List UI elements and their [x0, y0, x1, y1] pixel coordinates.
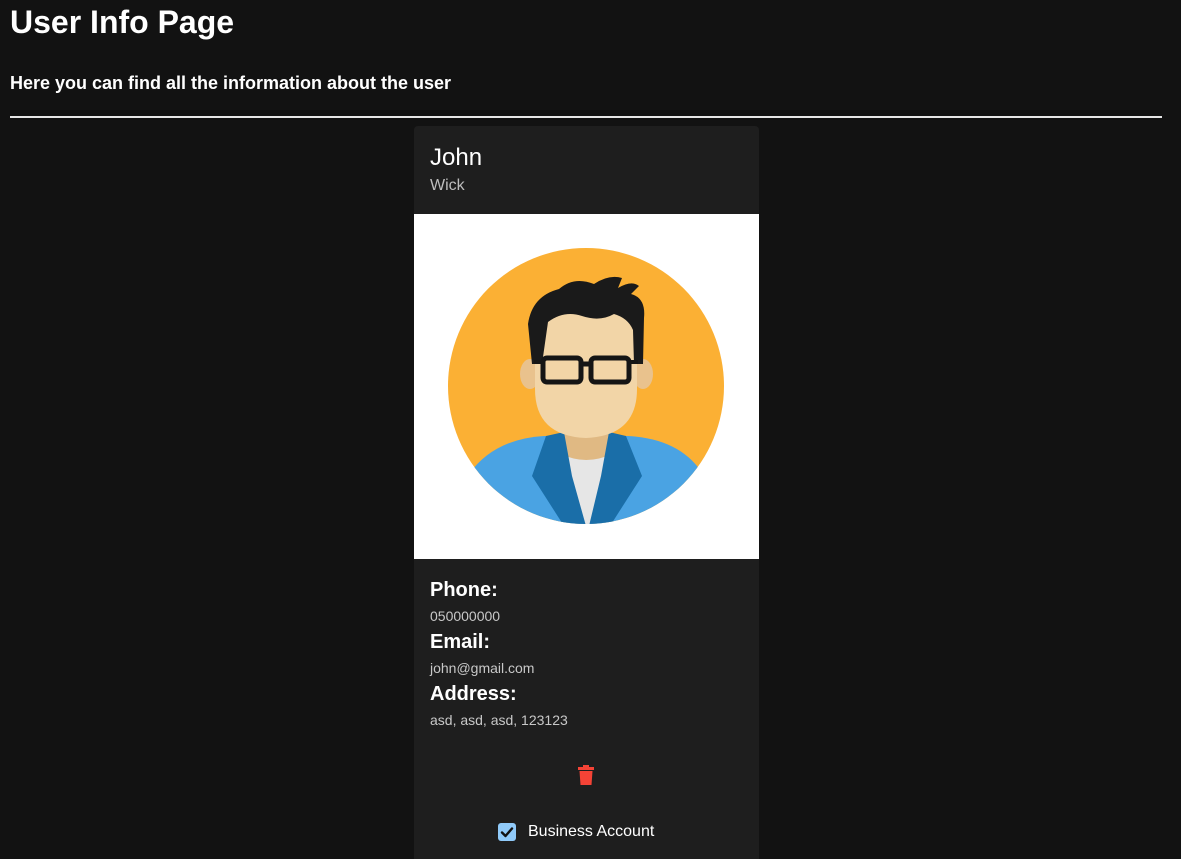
page-title: User Info Page	[10, 4, 235, 40]
user-details: Phone: 050000000 Email: john@gmail.com A…	[430, 577, 743, 733]
email-value: john@gmail.com	[430, 660, 535, 676]
user-first-name: John	[430, 144, 483, 171]
phone-value: 050000000	[430, 608, 501, 624]
card-header: John Wick	[414, 126, 759, 214]
check-icon	[500, 827, 514, 838]
divider	[10, 116, 1162, 118]
phone-label: Phone:	[430, 579, 498, 601]
email-label: Email:	[430, 631, 491, 653]
delete-user-button[interactable]	[574, 762, 598, 788]
user-card: John Wick Phone: 050000000 Email: john@g…	[414, 126, 759, 859]
user-info-page: User Info Page Here you can find all the…	[0, 0, 1181, 859]
business-account-checkbox[interactable]	[498, 823, 516, 841]
user-last-name: Wick	[430, 177, 465, 194]
business-account-toggle[interactable]: Business Account	[498, 820, 654, 844]
user-avatar-icon	[448, 248, 724, 524]
business-account-label: Business Account	[528, 823, 655, 840]
address-value: asd, asd, asd, 123123	[430, 712, 568, 728]
address-label: Address:	[430, 683, 517, 705]
trash-icon	[578, 765, 594, 785]
page-subtitle: Here you can find all the information ab…	[10, 73, 452, 93]
avatar	[414, 214, 759, 559]
